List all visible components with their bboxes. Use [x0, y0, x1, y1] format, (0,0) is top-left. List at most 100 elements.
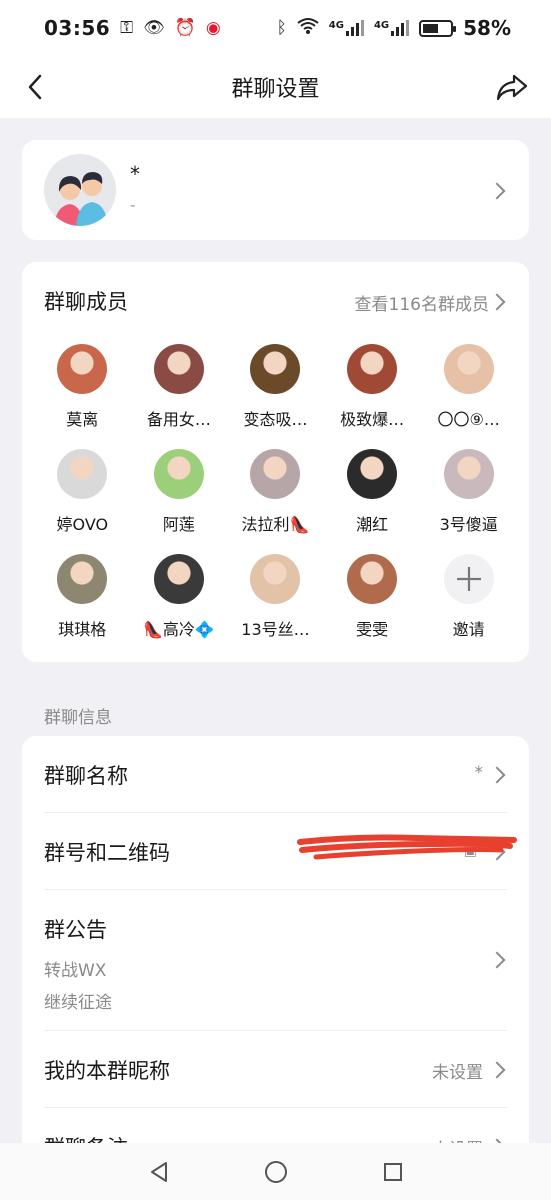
title-bar: 群聊设置: [0, 56, 551, 118]
group-subtitle: -: [130, 196, 136, 214]
member-avatar[interactable]: [57, 554, 108, 604]
view-all-members-link[interactable]: 查看116名群成员: [355, 290, 489, 315]
group-name-row[interactable]: 群聊名称 *: [44, 736, 507, 813]
status-bar: 03:56 ⚿ 👁 ⏰ ◉ ᛒ 4G 4G 58%: [0, 0, 551, 56]
my-nickname-row[interactable]: 我的本群昵称 未设置: [44, 1031, 507, 1108]
nav-recents-button[interactable]: [373, 1152, 413, 1192]
member-avatar[interactable]: [250, 344, 301, 394]
member-avatar[interactable]: [443, 344, 494, 394]
member-avatar[interactable]: [153, 344, 204, 394]
my-nickname-value: 未设置: [432, 1063, 483, 1083]
member-item[interactable]: 阿莲: [131, 449, 228, 542]
back-arrow-icon: [28, 74, 42, 100]
battery-icon: [419, 19, 457, 37]
info-section-label: 群聊信息: [44, 708, 112, 728]
members-title: 群聊成员: [44, 290, 128, 314]
member-item[interactable]: 变态吸…: [227, 344, 324, 437]
member-avatar[interactable]: [153, 554, 204, 604]
plus-icon: [443, 554, 494, 604]
members-card: 群聊成员 查看116名群成员 莫离 备用女… 变态吸… 极致爆… 〇〇⑨… 婷OVO 阿莲 法…: [22, 262, 529, 662]
share-button[interactable]: [495, 70, 529, 104]
signal-2: 4G: [374, 20, 410, 36]
member-avatar[interactable]: [57, 449, 108, 499]
member-avatar[interactable]: [250, 449, 301, 499]
clock: 03:56: [44, 16, 111, 40]
group-notice-row[interactable]: 群公告 转战WX 继续征途: [44, 890, 507, 1031]
member-name: 👠高冷💠: [142, 620, 215, 639]
group-name-value: *: [474, 763, 484, 783]
member-avatar[interactable]: [347, 449, 398, 499]
member-item[interactable]: 👠高冷💠: [131, 554, 228, 647]
member-avatar[interactable]: [443, 449, 494, 499]
member-name: 潮红: [356, 515, 389, 534]
key-icon: ⚿: [120, 18, 134, 38]
wifi-icon: [297, 17, 319, 40]
chevron-right-icon: [488, 766, 506, 784]
nav-back-button[interactable]: [139, 1152, 179, 1192]
nav-home-button[interactable]: [256, 1152, 296, 1192]
chevron-right-icon: [488, 951, 506, 969]
member-avatar[interactable]: [347, 344, 398, 394]
triangle-back-icon: [150, 1161, 167, 1182]
bluetooth-icon: ᛒ: [276, 18, 287, 38]
member-avatar[interactable]: [347, 554, 398, 604]
page-title: 群聊设置: [231, 77, 320, 102]
group-name: *: [130, 162, 140, 186]
member-name: 极致爆…: [340, 410, 405, 429]
member-item[interactable]: 3号傻逼: [420, 449, 517, 542]
chevron-right-icon: [488, 843, 506, 861]
member-avatar[interactable]: [57, 344, 108, 394]
member-item[interactable]: 婷OVO: [34, 449, 131, 542]
member-item[interactable]: 备用女…: [131, 344, 228, 437]
group-info-card: 群聊名称 * 群号和二维码 ▣ 群公告 转战WX 继续征途 我的本群昵称 未设置…: [22, 736, 529, 1176]
invite-label: 邀请: [452, 620, 485, 639]
group-people-icon: [44, 154, 116, 226]
group-qr-row[interactable]: 群号和二维码 ▣: [44, 813, 507, 890]
square-recents-icon: [383, 1162, 402, 1181]
group-notice-line-1: 转战WX: [44, 961, 107, 981]
member-name: 〇〇⑨…: [437, 410, 500, 429]
member-name: 阿莲: [162, 515, 195, 534]
battery-percent: 58%: [463, 16, 511, 40]
group-avatar[interactable]: [44, 154, 116, 226]
member-item[interactable]: 极致爆…: [324, 344, 421, 437]
member-item[interactable]: 潮红: [324, 449, 421, 542]
member-grid: 莫离 备用女… 变态吸… 极致爆… 〇〇⑨… 婷OVO 阿莲 法拉利👠 潮红 3号傻逼琪琪格 👠高冷…: [34, 344, 517, 647]
circle-home-icon: [264, 1160, 287, 1183]
member-item[interactable]: 莫离: [34, 344, 131, 437]
back-button[interactable]: [20, 70, 54, 104]
signal-1: 4G: [329, 20, 364, 36]
group-profile-card[interactable]: * -: [22, 140, 529, 240]
invite-member-button[interactable]: 邀请: [420, 554, 517, 647]
member-name: 变态吸…: [243, 410, 308, 429]
member-avatar[interactable]: [250, 554, 301, 604]
group-name-label: 群聊名称: [44, 764, 128, 788]
alarm-icon: ⏰: [174, 18, 196, 38]
qr-code-icon: ▣: [463, 843, 477, 859]
chevron-right-icon: [488, 1061, 506, 1079]
member-name: 琪琪格: [58, 620, 107, 639]
group-qr-label: 群号和二维码: [44, 841, 170, 865]
member-avatar[interactable]: [153, 449, 204, 499]
share-icon: [496, 74, 528, 101]
group-notice-label: 群公告: [44, 918, 107, 942]
eye-icon: 👁: [143, 18, 165, 38]
member-name: 备用女…: [146, 410, 211, 429]
member-name: 莫离: [66, 410, 99, 429]
group-notice-line-2: 继续征途: [44, 993, 112, 1013]
my-nickname-label: 我的本群昵称: [44, 1059, 170, 1083]
member-item[interactable]: 法拉利👠: [227, 449, 324, 542]
member-item[interactable]: 琪琪格: [34, 554, 131, 647]
member-name: 法拉利👠: [241, 515, 310, 534]
weibo-icon: ◉: [205, 18, 221, 38]
member-name: 婷OVO: [56, 515, 109, 534]
member-name: 13号丝…: [241, 620, 310, 639]
member-item[interactable]: 13号丝…: [227, 554, 324, 647]
chevron-right-icon: [488, 182, 506, 200]
member-item[interactable]: 雯雯: [324, 554, 421, 647]
member-name: 雯雯: [356, 620, 389, 639]
chevron-right-icon: [488, 293, 506, 311]
system-nav-bar: [0, 1143, 551, 1200]
member-item[interactable]: 〇〇⑨…: [420, 344, 517, 437]
member-name: 3号傻逼: [439, 515, 498, 534]
